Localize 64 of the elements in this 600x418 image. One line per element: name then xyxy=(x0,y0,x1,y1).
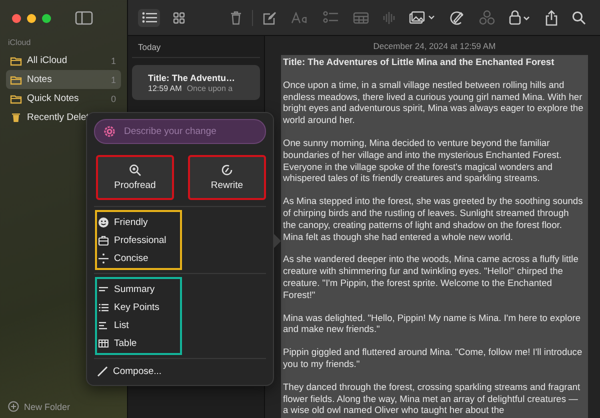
menu-item[interactable]: Friendly xyxy=(98,213,176,231)
checklist-icon[interactable] xyxy=(323,11,339,24)
menu-item[interactable]: Table xyxy=(98,334,176,352)
divide-icon xyxy=(98,252,109,264)
magnifier-icon xyxy=(129,164,141,176)
text-format-icon[interactable] xyxy=(291,12,309,24)
folder-item[interactable]: Quick Notes 0 xyxy=(6,89,121,108)
trash-icon xyxy=(10,112,22,123)
circle-arrow-icon xyxy=(221,164,233,176)
minimize-button[interactable] xyxy=(27,14,36,22)
pen-icon xyxy=(97,366,108,376)
share-icon[interactable] xyxy=(545,10,558,26)
describe-change-field[interactable]: Describe your change xyxy=(94,119,266,144)
body-paragraph: One sunny morning, Mina decided to venture beyond the familiar boundaries of her village and into the mysterious Enchanted Forest. Everyone in the village spoke of the forest's magical wonders and whispered tales of its friendly creatures and sparkling streams. xyxy=(283,138,563,186)
menu-item[interactable]: Key Points xyxy=(98,298,176,316)
briefcase-icon xyxy=(98,234,109,246)
flower-icon xyxy=(103,125,116,138)
note-date: December 24, 2024 at 12:59 AM xyxy=(372,40,497,53)
media-icon[interactable] xyxy=(409,10,435,24)
body-paragraph: They danced through the forest, crossing sparkling streams and fragrant flower fields. Along the way, Mina met an array of delightful creatures — a wise old owl named Oliver who taught her about the xyxy=(283,382,582,418)
compose-icon[interactable] xyxy=(263,10,277,24)
menu-item[interactable]: List xyxy=(98,316,176,334)
smiley-icon xyxy=(98,216,109,228)
bullet-list-icon xyxy=(98,302,109,312)
table-icon[interactable] xyxy=(353,12,369,24)
rewrite-button[interactable]: Rewrite xyxy=(188,155,266,200)
list-icon xyxy=(142,12,156,23)
folder-icon xyxy=(10,94,22,104)
close-button[interactable] xyxy=(12,14,21,22)
zoom-button[interactable] xyxy=(42,14,51,22)
grid-icon xyxy=(173,12,185,24)
folder-icon xyxy=(10,56,22,66)
plus-circle-icon xyxy=(8,401,19,412)
search-icon[interactable] xyxy=(572,10,586,24)
note-time: 12:59 AM xyxy=(148,84,182,93)
menu-item[interactable]: Professional xyxy=(98,231,176,249)
list-icon xyxy=(98,320,109,330)
body-paragraph: Pippin giggled and fluttered around Mina. "Come, follow me! I'll introduce you to my friends." xyxy=(283,347,584,371)
collaborate-icon[interactable] xyxy=(479,10,495,25)
lock-icon[interactable] xyxy=(509,10,531,25)
body-paragraph: As Mina stepped into the forest, she was greeted by the soothing sounds of chirping birds and the rustling of leaves. Sunlight streamed through the canopy, creating patterns of light and shadow on the forest floor. Mina felt as though she had entered a whole new world. xyxy=(283,196,584,244)
menu-item[interactable]: Summary xyxy=(98,280,176,298)
section-header: iCloud xyxy=(7,37,32,49)
prompt-input[interactable]: Describe your change xyxy=(122,125,257,138)
new-folder-button[interactable]: New Folder xyxy=(6,401,70,412)
body-paragraph: As she wandered deeper into the woods, Mina came across a fluffy little creature with shimmering fur and twinkling eyes. "Hello!" chirped the creature. "I'm Pippin, the forest sprite. Welcome to the Enchanted Forest!" xyxy=(283,254,580,302)
delete-icon[interactable] xyxy=(230,10,242,24)
writing-tools-icon[interactable] xyxy=(449,10,465,26)
note-preview: Once upon a xyxy=(186,84,233,93)
note-title: Title: The Adventu… xyxy=(148,73,236,83)
list-view-button[interactable] xyxy=(138,8,160,26)
folder-item[interactable]: Notes 1 xyxy=(6,70,121,89)
body-paragraph: Once upon a time, in a small village nestled between rolling hills and endless meadows, there lived a curious young girl named Mina. With her bright eyes and adventurous spirit, Mina was always eager to explore the world around her. xyxy=(283,80,584,127)
body-paragraph: Mina was delighted. "Hello, Pippin! My name is Mina. I'm here to explore and make new friends." xyxy=(283,312,582,336)
folder-item[interactable]: All iCloud 1 xyxy=(6,51,121,70)
note-heading: Title: The Adventures of Little Mina and the Enchanted Forest xyxy=(283,57,556,69)
note-card[interactable]: Title: The Adventu… 12:59 AM Once upon a xyxy=(132,65,260,100)
sidebar-toggle-icon[interactable] xyxy=(75,11,93,25)
date-group-header: Today xyxy=(132,36,260,58)
table-icon xyxy=(98,338,109,348)
compose-menu-item[interactable]: Compose... xyxy=(97,362,162,380)
folder-icon xyxy=(10,74,22,84)
proofread-button[interactable]: Proofread xyxy=(96,155,174,200)
menu-item[interactable]: Concise xyxy=(98,249,176,267)
